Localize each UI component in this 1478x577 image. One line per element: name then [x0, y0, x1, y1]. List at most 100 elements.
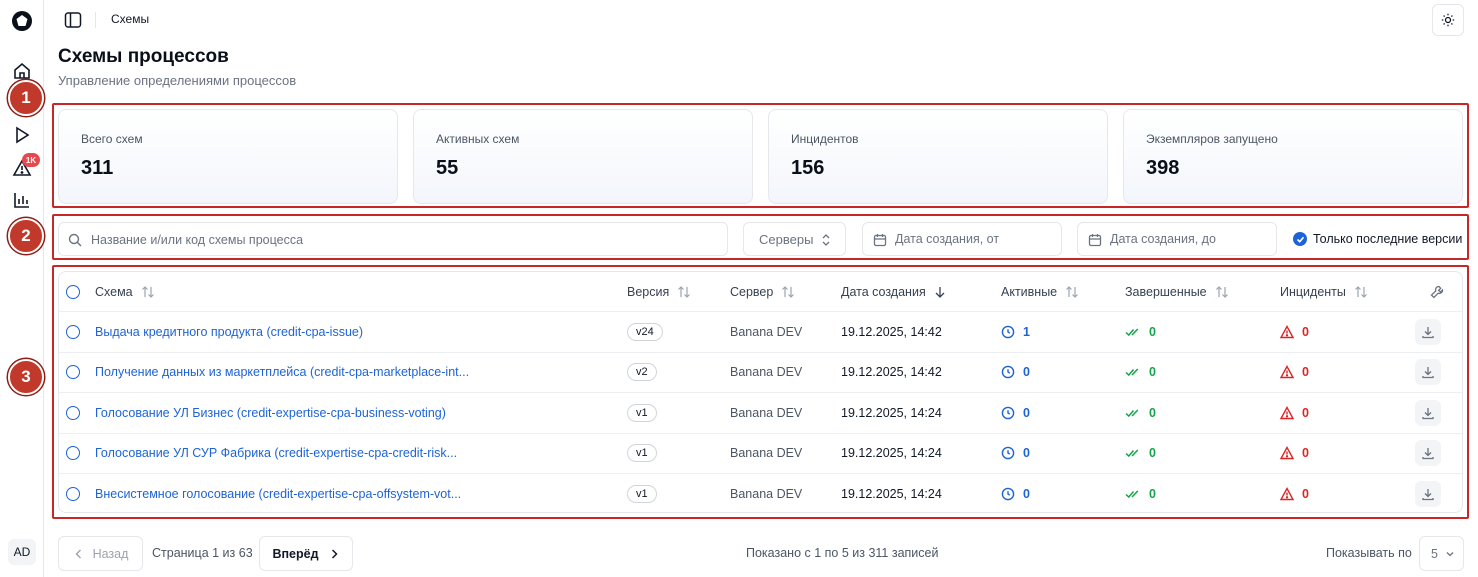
server-cell: Banana DEV [730, 405, 803, 420]
row-checkbox[interactable] [66, 353, 80, 393]
server-cell: Banana DEV [730, 324, 803, 339]
alert-badge: 1K [22, 153, 40, 167]
stat-value: 311 [81, 157, 114, 179]
sort-icon [1065, 285, 1079, 298]
column-scheme[interactable]: Схема [95, 272, 155, 311]
sort-icon [1354, 285, 1368, 298]
scheme-link[interactable]: Получение данных из маркетплейса (credit… [95, 365, 469, 379]
sort-icon [677, 285, 691, 298]
latest-versions-label: Только последние версии [1313, 232, 1463, 246]
warning-icon [1280, 405, 1294, 420]
stat-value: 55 [436, 157, 459, 179]
table-row[interactable]: Голосование УЛ СУР Фабрика (credit-exper… [59, 434, 1462, 474]
callout-2: 2 [8, 218, 44, 254]
double-check-icon [1125, 366, 1141, 378]
prev-page-button[interactable]: Назад [58, 536, 143, 571]
row-checkbox[interactable] [66, 393, 80, 433]
active-count[interactable]: 1 [1001, 312, 1030, 352]
double-check-icon [1125, 407, 1141, 419]
version-badge: v1 [627, 444, 657, 463]
chart-icon[interactable] [11, 189, 33, 211]
per-page-select[interactable]: 5 [1419, 536, 1464, 571]
row-checkbox[interactable] [66, 312, 80, 352]
completed-count: 0 [1125, 312, 1156, 352]
divider [95, 12, 96, 28]
chevron-right-icon [331, 548, 338, 559]
column-label: Дата создания [841, 284, 926, 299]
per-page-label: Показывать по [1326, 546, 1412, 560]
column-label: Активные [1001, 284, 1058, 299]
select-all-checkbox[interactable] [66, 272, 80, 311]
checkbox-checked-icon[interactable] [1293, 232, 1307, 246]
download-icon[interactable] [1415, 440, 1441, 467]
clock-icon [1001, 446, 1015, 460]
date-to-field[interactable]: Дата создания, до [1077, 222, 1277, 256]
incidents-count: 0 [1280, 393, 1309, 433]
active-count[interactable]: 0 [1001, 434, 1030, 474]
next-page-button[interactable]: Вперёд [259, 536, 353, 571]
column-label: Сервер [730, 284, 774, 299]
table-row[interactable]: Внесистемное голосование (credit-experti… [59, 474, 1462, 512]
double-check-icon [1125, 326, 1141, 338]
column-created[interactable]: Дата создания [841, 272, 946, 311]
latest-versions-checkbox[interactable]: Только последние версии [1293, 232, 1462, 246]
servers-select[interactable]: Серверы [743, 222, 846, 256]
warning-icon [1280, 446, 1294, 460]
stat-card-active: Активных схем 55 [413, 109, 753, 204]
active-count[interactable]: 0 [1001, 474, 1030, 512]
date-from-field[interactable]: Дата создания, от [862, 222, 1062, 256]
sidebar-toggle-icon[interactable] [62, 9, 84, 31]
servers-select-label: Серверы [759, 231, 814, 247]
download-icon[interactable] [1415, 399, 1441, 426]
download-icon[interactable] [1415, 359, 1441, 386]
completed-count: 0 [1125, 353, 1156, 393]
column-version[interactable]: Версия [627, 272, 691, 311]
logo-icon[interactable] [11, 10, 33, 32]
scheme-link[interactable]: Голосование УЛ Бизнес (credit-expertise-… [95, 406, 446, 420]
table-row[interactable]: Голосование УЛ Бизнес (credit-expertise-… [59, 393, 1462, 434]
theme-toggle-button[interactable] [1432, 4, 1464, 36]
warning-icon [1280, 487, 1294, 501]
row-checkbox[interactable] [66, 474, 80, 512]
incidents-count: 0 [1280, 353, 1309, 393]
version-badge: v2 [627, 363, 657, 382]
column-label: Инциденты [1280, 284, 1346, 299]
column-incidents[interactable]: Инциденты [1280, 272, 1368, 311]
date-to-placeholder: Дата создания, до [1110, 232, 1216, 246]
home-icon[interactable] [11, 60, 33, 82]
completed-count: 0 [1125, 434, 1156, 474]
prev-page-label: Назад [92, 546, 129, 561]
column-server[interactable]: Сервер [730, 272, 795, 311]
stat-card-instances: Экземпляров запущено 398 [1123, 109, 1463, 204]
row-checkbox[interactable] [66, 434, 80, 474]
search-field[interactable] [58, 222, 728, 256]
scheme-link[interactable]: Голосование УЛ СУР Фабрика (credit-exper… [95, 446, 457, 460]
completed-count: 0 [1125, 393, 1156, 433]
stat-value: 398 [1146, 157, 1180, 179]
stat-card-incidents: Инцидентов 156 [768, 109, 1108, 204]
table-row[interactable]: Выдача кредитного продукта (credit-cpa-i… [59, 312, 1462, 353]
calendar-icon [1088, 233, 1102, 250]
double-check-icon [1125, 488, 1141, 500]
callout-3: 3 [8, 359, 44, 395]
sort-icon [1215, 285, 1229, 298]
avatar[interactable]: AD [8, 539, 36, 565]
download-icon[interactable] [1415, 318, 1441, 345]
stat-label: Всего схем [81, 132, 143, 146]
sun-icon [1441, 13, 1455, 27]
active-count[interactable]: 0 [1001, 353, 1030, 393]
sort-icon [781, 285, 795, 298]
breadcrumb[interactable]: Схемы [111, 12, 149, 26]
clock-icon [1001, 406, 1015, 420]
active-count[interactable]: 0 [1001, 393, 1030, 433]
play-icon[interactable] [11, 124, 33, 146]
search-input[interactable] [91, 229, 711, 251]
page-info: Страница 1 из 63 [152, 546, 253, 560]
scheme-link[interactable]: Внесистемное голосование (credit-experti… [95, 487, 461, 501]
scheme-link[interactable]: Выдача кредитного продукта (credit-cpa-i… [95, 325, 363, 339]
table-row[interactable]: Получение данных из маркетплейса (credit… [59, 353, 1462, 393]
column-completed[interactable]: Завершенные [1125, 272, 1229, 311]
column-active[interactable]: Активные [1001, 272, 1079, 311]
wrench-icon[interactable] [1430, 272, 1444, 311]
download-icon[interactable] [1415, 481, 1441, 508]
